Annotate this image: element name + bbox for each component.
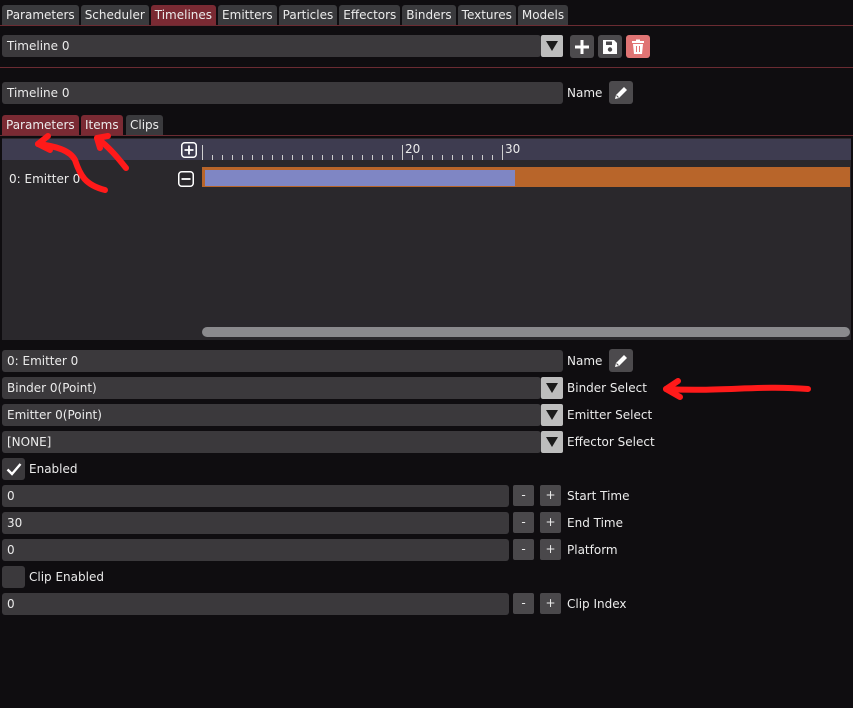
annotation-overlay [35, 133, 811, 400]
arrow-to-binder-select [663, 384, 811, 393]
